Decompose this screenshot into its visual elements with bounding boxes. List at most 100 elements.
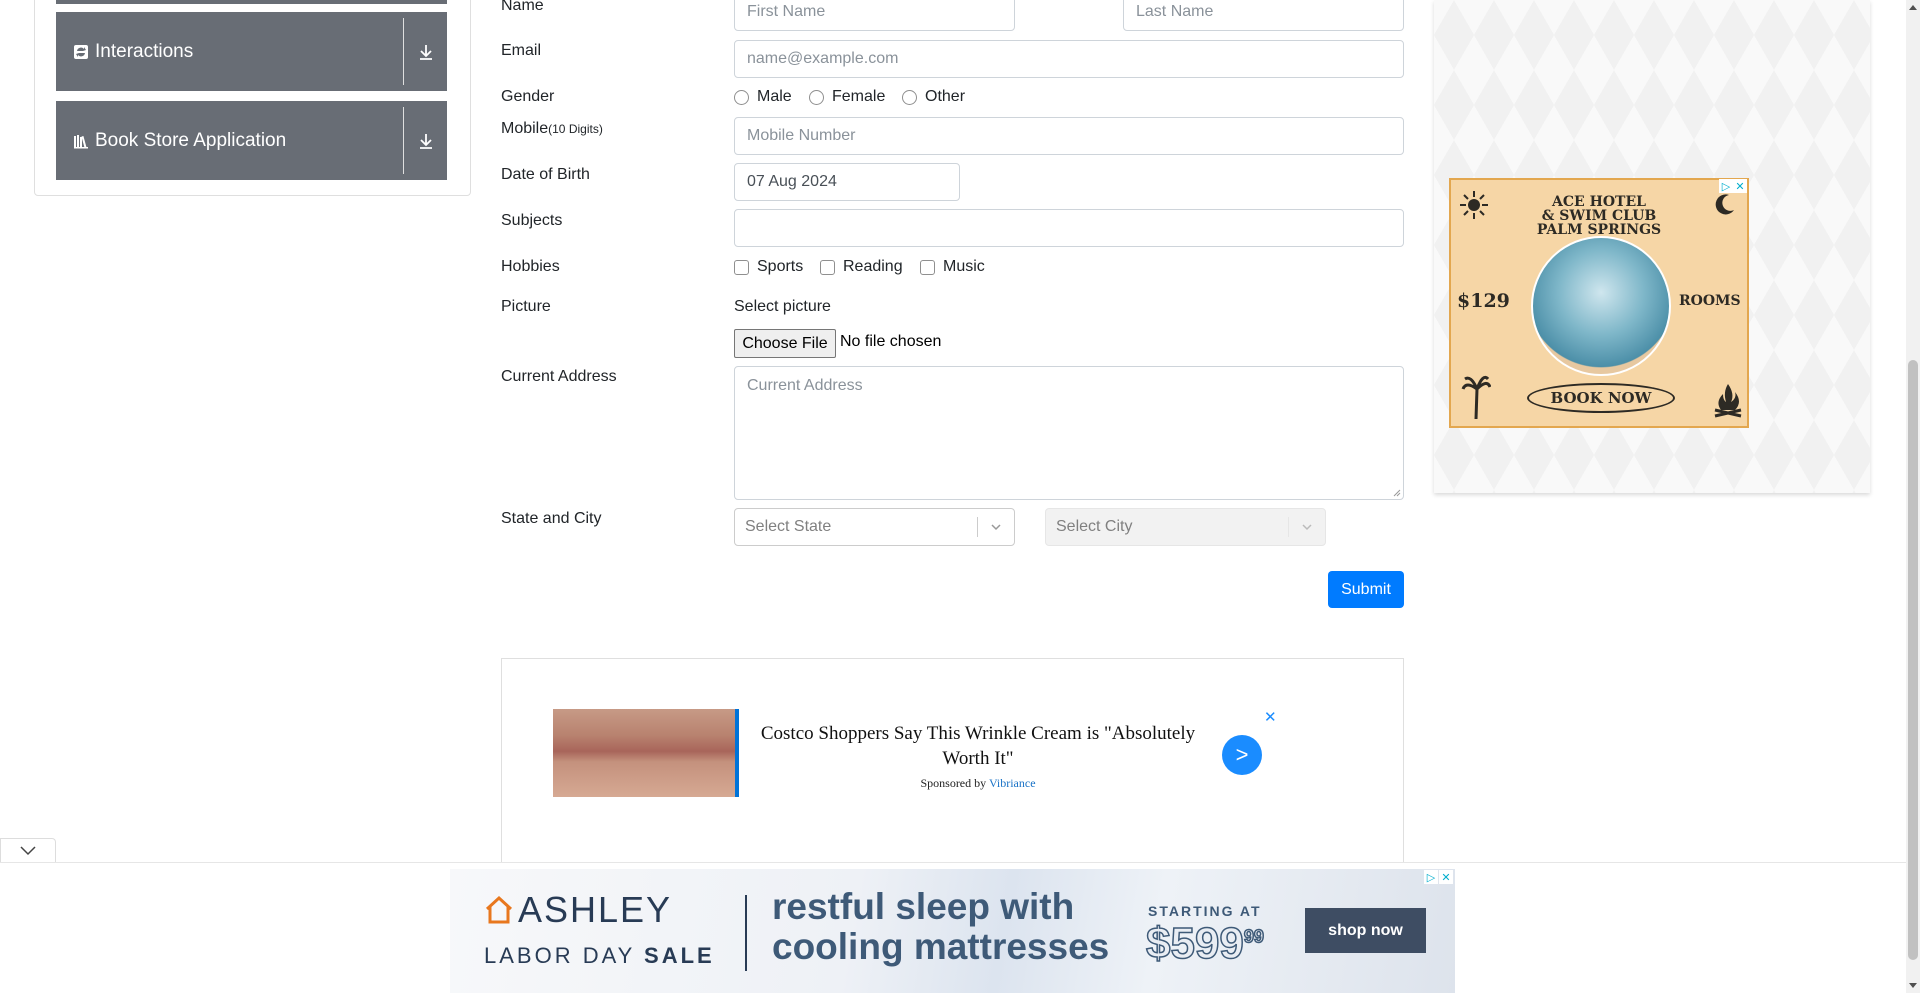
gender-option-label: Female (832, 88, 886, 105)
scrollbar-thumb[interactable] (1908, 360, 1918, 960)
address-label: Current Address (501, 368, 617, 385)
radio-circle[interactable] (809, 89, 824, 105)
sidebar-group-label: Book Store Application (95, 129, 287, 151)
ad-collapse-toggle[interactable] (0, 838, 56, 862)
state-city-label: State and City (501, 510, 602, 527)
city-select[interactable]: Select City (1045, 508, 1326, 546)
mobile-hint: (10 Digits) (548, 122, 603, 136)
radio-circle[interactable] (902, 89, 917, 105)
sponsored-prefix: Sponsored by (920, 776, 987, 790)
house-logo-icon (485, 895, 513, 924)
hotel-title-line: PALM SPRINGS (1536, 222, 1662, 238)
costco-ad[interactable]: Costco Shoppers Say This Wrinkle Cream i… (553, 709, 1277, 797)
ad-go-button[interactable]: > (1222, 735, 1262, 775)
gender-label: Gender (501, 88, 555, 105)
checkbox-box[interactable] (820, 259, 835, 275)
ashley-ad[interactable]: ASHLEY LABOR DAY SALE restful sleep with… (450, 869, 1455, 993)
email-label: Email (501, 42, 542, 59)
radio-circle[interactable] (734, 89, 749, 105)
book-store-icon (74, 134, 88, 148)
campfire-icon (1714, 384, 1742, 418)
price-cents: 99 (1243, 926, 1265, 948)
scroll-up-icon[interactable] (1906, 0, 1920, 14)
hotel-ad[interactable]: ACE HOTEL & SWIM CLUB PALM SPRINGS $129 … (1449, 178, 1749, 428)
divider (403, 18, 404, 85)
hobby-sports-checkbox[interactable]: Sports (734, 258, 803, 276)
address-placeholder: Current Address (747, 377, 863, 394)
hotel-rooms-label: ROOMS (1679, 293, 1741, 309)
chevron-down-icon[interactable] (978, 520, 1014, 534)
checkbox-box[interactable] (920, 259, 935, 275)
hobby-reading-checkbox[interactable]: Reading (820, 258, 903, 276)
adchoices-icon[interactable]: ▷ (1719, 179, 1733, 193)
download-icon[interactable] (415, 41, 437, 63)
ad-sponsor-line: Sponsored by Vibriance (743, 776, 1213, 791)
ad-title[interactable]: Costco Shoppers Say This Wrinkle Cream i… (743, 721, 1213, 771)
mobile-input[interactable]: Mobile Number (734, 117, 1404, 155)
download-icon[interactable] (415, 130, 437, 152)
state-select[interactable]: Select State (734, 508, 1015, 546)
ad-image[interactable] (553, 709, 735, 797)
gender-female-radio[interactable]: Female (809, 88, 885, 106)
sidebar-group-book-store[interactable]: Book Store Application (56, 101, 447, 180)
mobile-label: Mobile(10 Digits) (501, 120, 603, 138)
ashley-brand-text: ASHLEY (518, 889, 673, 930)
subjects-label: Subjects (501, 212, 563, 229)
ad-close-icon[interactable]: ✕ (1439, 870, 1453, 884)
picture-label: Picture (501, 298, 551, 315)
gender-other-radio[interactable]: Other (902, 88, 965, 106)
hotel-title-line: ACE HOTEL (1552, 194, 1646, 210)
ashley-price: $59999 (1145, 918, 1265, 969)
starting-at-label: STARTING AT (1148, 903, 1262, 919)
chevron-down-icon[interactable] (20, 845, 36, 856)
gender-option-label: Other (925, 88, 966, 105)
chevron-down-icon[interactable] (1289, 520, 1325, 534)
hobby-label: Sports (757, 258, 804, 275)
state-select-value: Select State (745, 518, 832, 535)
divider (403, 107, 404, 174)
headline-line: restful sleep with (772, 886, 1075, 927)
sidebar-group-label: Interactions (95, 40, 194, 62)
interactions-icon (74, 44, 88, 59)
ashley-headline: restful sleep with cooling mattresses (772, 887, 1109, 967)
ashley-brand: ASHLEY (484, 889, 672, 931)
ad-close-icon[interactable]: ✕ (1264, 708, 1277, 726)
gender-option-label: Male (757, 88, 792, 105)
headline-line: cooling mattresses (772, 926, 1110, 967)
gender-male-radio[interactable]: Male (734, 88, 792, 106)
city-select-value: Select City (1056, 518, 1133, 535)
file-status: No file chosen (840, 333, 942, 350)
adchoices-icon[interactable]: ▷ (1424, 870, 1438, 884)
ad-close-icon[interactable]: ✕ (1733, 179, 1747, 193)
scroll-down-icon[interactable] (1906, 979, 1920, 993)
hotel-price: $129 (1457, 290, 1510, 312)
hotel-title-line: & SWIM CLUB (1541, 208, 1657, 224)
name-label: Name (501, 0, 544, 14)
ad-accent-bar (735, 709, 739, 797)
ashley-sale: LABOR DAY SALE (484, 943, 715, 969)
mobile-label-text: Mobile (501, 120, 549, 137)
last-name-input[interactable]: Last Name (1123, 0, 1404, 31)
select-picture-label: Select picture (734, 298, 831, 315)
dob-input[interactable]: 07 Aug 2024 (734, 163, 960, 201)
shop-now-button[interactable]: shop now (1305, 908, 1426, 953)
hotel-title: ACE HOTEL & SWIM CLUB PALM SPRINGS (1451, 195, 1747, 237)
book-now-button[interactable]: BOOK NOW (1527, 383, 1675, 413)
email-input[interactable]: name@example.com (734, 40, 1404, 78)
resize-handle-icon[interactable] (1393, 489, 1401, 497)
sidebar-group-interactions[interactable]: Interactions (56, 12, 447, 91)
checkbox-box[interactable] (734, 259, 749, 275)
first-name-input[interactable]: First Name (734, 0, 1015, 31)
subjects-input[interactable] (734, 209, 1404, 247)
divider (745, 895, 747, 971)
pool-photo (1531, 236, 1671, 376)
hobby-music-checkbox[interactable]: Music (920, 258, 985, 276)
sponsor-name[interactable]: Vibriance (989, 776, 1036, 790)
sale-prefix: LABOR DAY (484, 943, 635, 968)
price-dollars: $599 (1145, 918, 1244, 969)
dob-label: Date of Birth (501, 166, 590, 183)
palm-tree-icon (1461, 375, 1491, 420)
submit-button[interactable]: Submit (1328, 571, 1404, 608)
choose-file-button[interactable]: Choose File (734, 329, 836, 358)
current-address-textarea[interactable]: Current Address (734, 366, 1404, 500)
